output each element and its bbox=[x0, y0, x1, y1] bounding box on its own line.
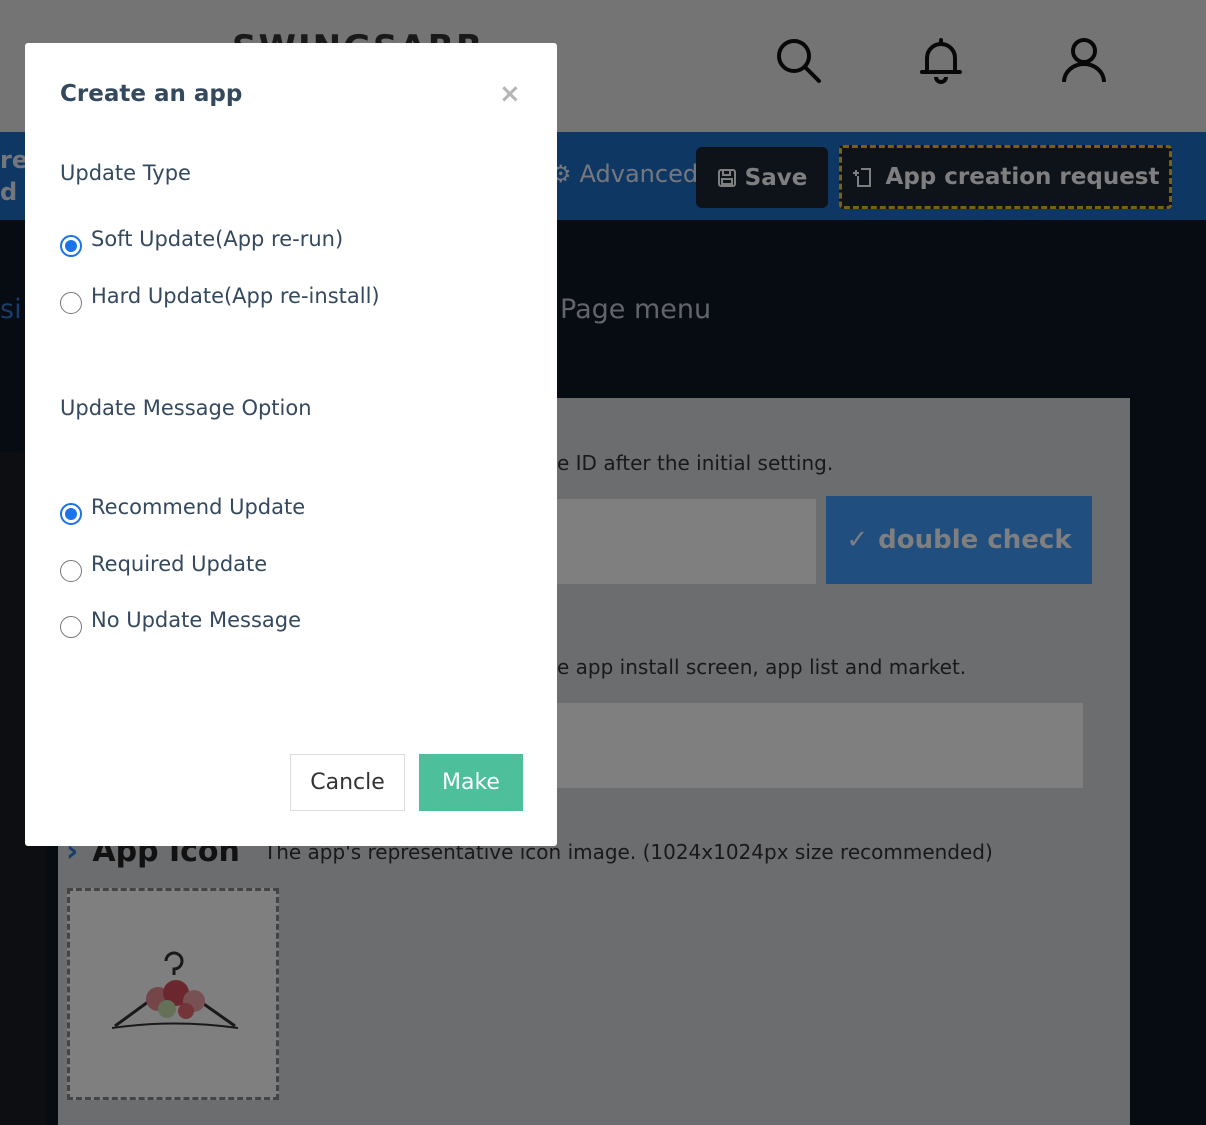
radio-hard-update[interactable]: Hard Update(App re-install) bbox=[60, 284, 380, 314]
update-type-label: Update Type bbox=[60, 161, 191, 185]
radio-button[interactable] bbox=[60, 616, 82, 638]
update-message-option-label: Update Message Option bbox=[60, 396, 312, 420]
create-app-modal: Create an app × Update Type Soft Update(… bbox=[25, 43, 557, 846]
radio-label: No Update Message bbox=[91, 608, 301, 632]
radio-soft-update[interactable]: Soft Update(App re-run) bbox=[60, 227, 343, 257]
radio-label: Soft Update(App re-run) bbox=[91, 227, 344, 251]
cancel-button[interactable]: Cancle bbox=[290, 754, 405, 811]
radio-button[interactable] bbox=[60, 292, 82, 314]
radio-recommend-update[interactable]: Recommend Update bbox=[60, 495, 305, 525]
radio-no-update-message[interactable]: No Update Message bbox=[60, 608, 301, 638]
close-icon[interactable]: × bbox=[499, 79, 521, 109]
radio-button[interactable] bbox=[60, 235, 82, 257]
radio-button[interactable] bbox=[60, 503, 82, 525]
radio-button[interactable] bbox=[60, 560, 82, 582]
radio-label: Hard Update(App re-install) bbox=[91, 284, 380, 308]
radio-label: Recommend Update bbox=[91, 495, 306, 519]
radio-label: Required Update bbox=[91, 552, 268, 576]
radio-required-update[interactable]: Required Update bbox=[60, 552, 267, 582]
make-button[interactable]: Make bbox=[419, 754, 523, 811]
modal-title: Create an app bbox=[60, 81, 243, 107]
